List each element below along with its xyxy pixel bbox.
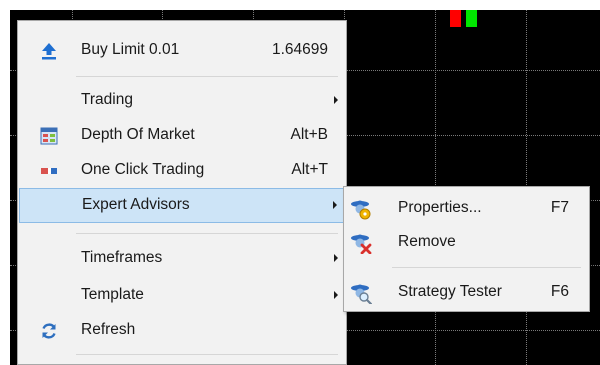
menu-item-expert-advisors[interactable]: Expert Advisors [19,188,345,223]
submenu-item-shortcut: F7 [550,199,569,216]
submenu-separator [392,267,581,268]
submenu-arrow-icon [334,291,338,299]
expert-properties-icon [351,200,371,220]
menu-item-label: Refresh [81,321,136,338]
menu-item-one-click-trading[interactable]: One Click Trading Alt+T [18,153,346,188]
bullish-candle [466,10,477,27]
menu-separator [76,354,338,355]
menu-separator [76,233,338,234]
strategy-tester-icon [351,284,372,304]
menu-item-label: Template [81,286,144,303]
menu-item-label: Buy Limit 0.01 [81,41,180,58]
submenu-item-label: Properties... [398,199,482,216]
menu-item-label: Expert Advisors [82,196,190,213]
chart-context-menu: Buy Limit 0.01 1.64699 Trading Depth Of … [17,20,347,365]
menu-item-timeframes[interactable]: Timeframes [18,241,346,276]
menu-item-template[interactable]: Template [18,278,346,313]
up-arrow-icon [42,43,56,60]
submenu-item-remove[interactable]: Remove [344,225,589,260]
expert-remove-icon [351,234,372,254]
submenu-arrow-icon [334,254,338,262]
submenu-item-properties[interactable]: Properties... F7 [344,191,589,226]
submenu-item-strategy-tester[interactable]: Strategy Tester F6 [344,275,589,310]
menu-item-depth-of-market[interactable]: Depth Of Market Alt+B [18,118,346,153]
submenu-item-label: Remove [398,233,456,250]
menu-separator [76,76,338,77]
menu-item-value: 1.64699 [271,41,328,58]
menu-item-label: One Click Trading [81,161,205,178]
bearish-candle [450,10,461,27]
menu-item-shortcut: Alt+T [291,161,328,178]
refresh-icon [42,323,56,339]
menu-item-buy-limit[interactable]: Buy Limit 0.01 1.64699 [18,33,346,68]
expert-advisors-submenu: Properties... F7 Remove Strategy Tester … [343,186,590,312]
one-click-trading-icon [41,168,57,174]
submenu-arrow-icon [333,201,337,209]
submenu-item-label: Strategy Tester [398,283,502,300]
menu-item-label: Depth Of Market [81,126,195,143]
menu-item-trading[interactable]: Trading [18,83,346,118]
depth-of-market-icon [40,127,58,145]
submenu-arrow-icon [334,96,338,104]
submenu-item-shortcut: F6 [550,283,569,300]
menu-item-label: Timeframes [81,249,163,266]
menu-item-shortcut: Alt+B [290,126,328,143]
menu-item-label: Trading [81,91,133,108]
menu-item-refresh[interactable]: Refresh [18,313,346,348]
